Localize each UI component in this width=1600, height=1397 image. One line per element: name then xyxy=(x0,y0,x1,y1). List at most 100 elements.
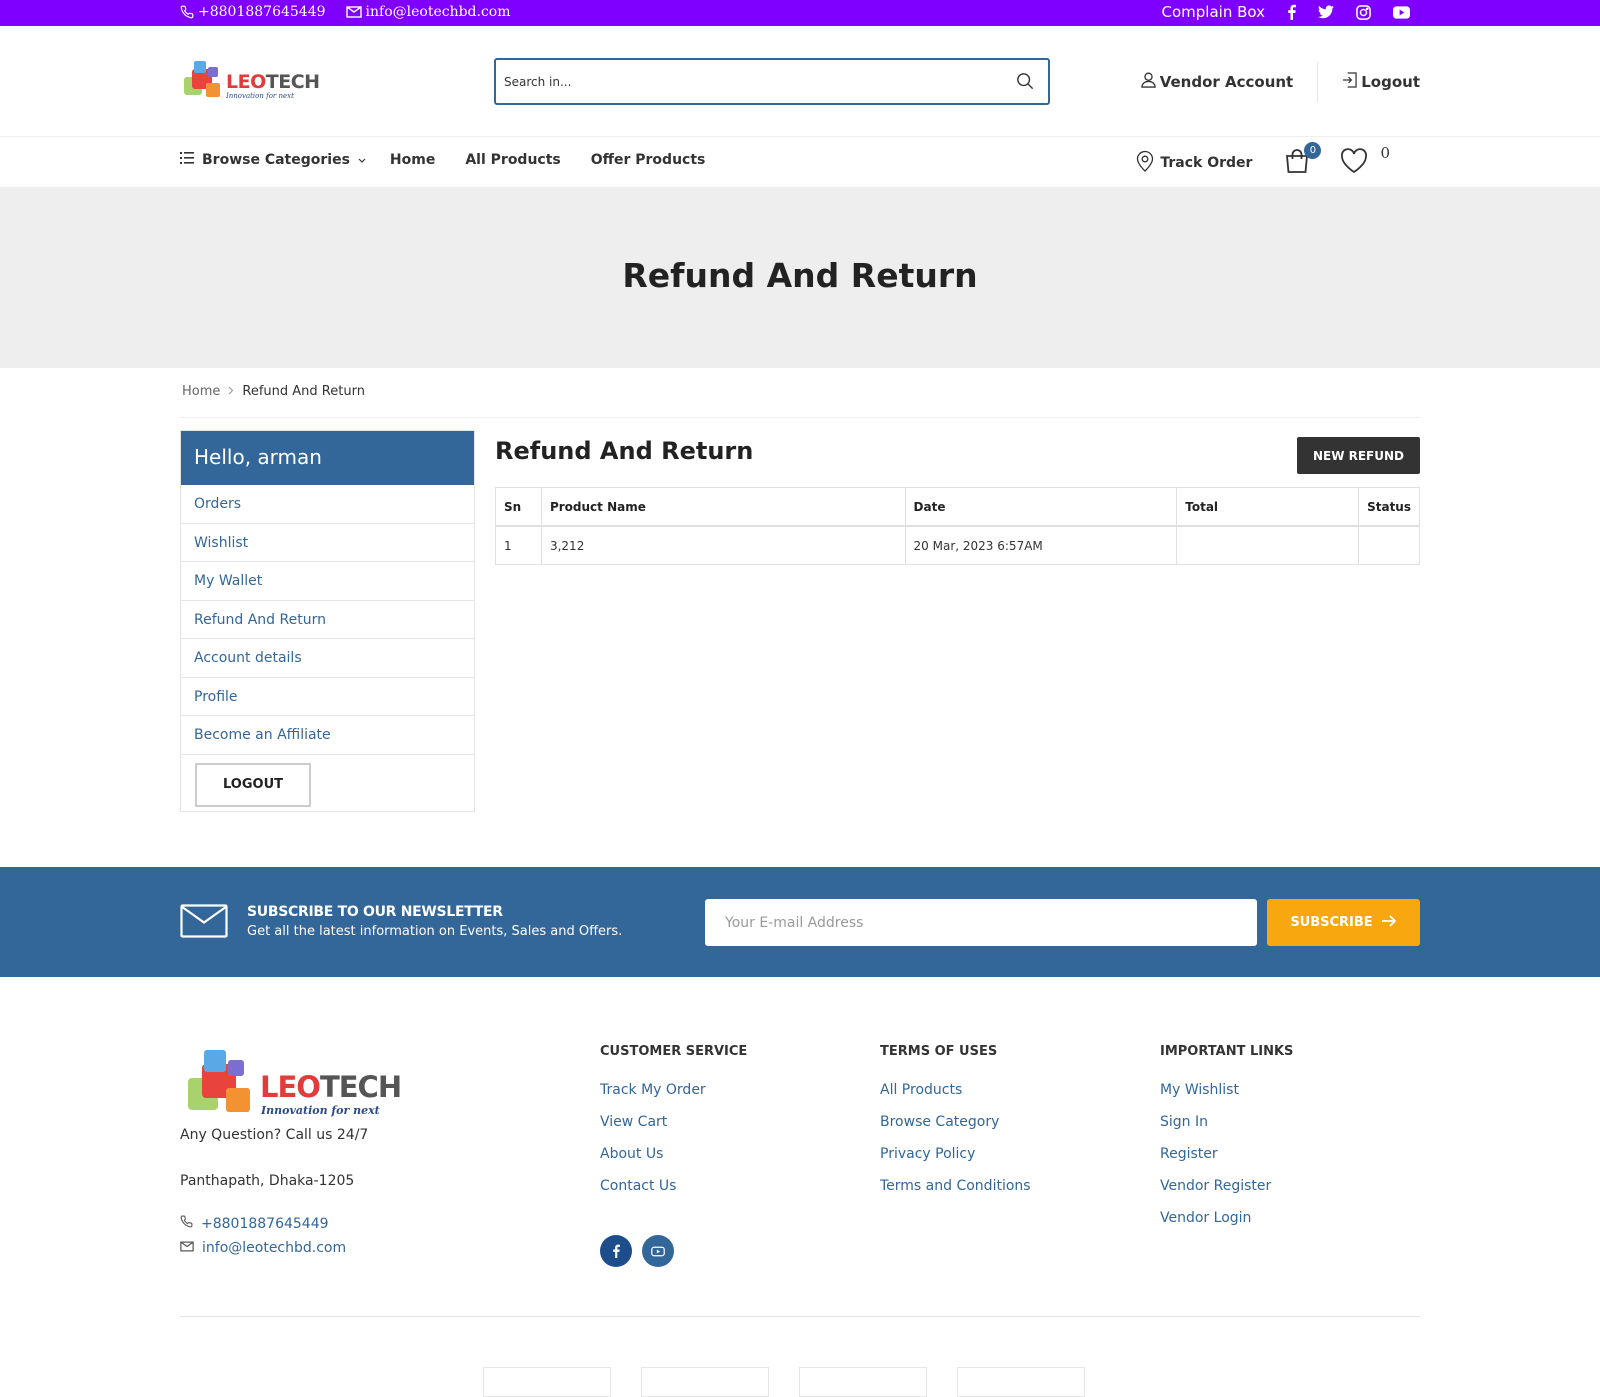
instagram-icon[interactable] xyxy=(1356,4,1371,20)
breadcrumb-divider xyxy=(180,417,1420,418)
sidebar-item-my-wallet[interactable]: My Wallet xyxy=(181,562,474,601)
cart-button[interactable]: 0 xyxy=(1284,142,1322,178)
logo-tagline: Innovation for next xyxy=(226,92,294,100)
youtube-icon[interactable] xyxy=(1393,5,1410,19)
track-order-link[interactable]: Track Order xyxy=(1136,150,1252,176)
map-pin-icon xyxy=(1136,150,1154,176)
arrow-right-icon xyxy=(1381,914,1397,931)
browse-categories-button[interactable]: Browse Categories xyxy=(180,152,366,168)
footer-divider xyxy=(180,1316,1420,1317)
phone-icon xyxy=(180,5,194,19)
footer-heading: TERMS OF USES xyxy=(880,1044,998,1059)
footer-heading: IMPORTANT LINKS xyxy=(1160,1044,1294,1059)
top-phone[interactable]: +8801887645449 xyxy=(180,4,326,20)
top-email[interactable]: info@leotechbd.com xyxy=(345,4,511,20)
cell-status xyxy=(1358,525,1420,565)
footer-link-about-us[interactable]: About Us xyxy=(600,1146,747,1178)
footer-phone-text: +8801887645449 xyxy=(201,1215,329,1232)
footer-link-browse-category[interactable]: Browse Category xyxy=(880,1114,1031,1146)
search-icon[interactable] xyxy=(1016,72,1034,94)
footer-social xyxy=(600,1235,674,1267)
top-contact: +8801887645449 info@leotechbd.com xyxy=(180,4,511,20)
footer-link-vendor-register[interactable]: Vendor Register xyxy=(1160,1178,1293,1210)
cell-total xyxy=(1176,525,1360,565)
browse-categories-label: Browse Categories xyxy=(202,152,350,168)
chevron-down-icon xyxy=(358,152,366,168)
footer-link-view-cart[interactable]: View Cart xyxy=(600,1114,747,1146)
subscribe-label: SUBSCRIBE xyxy=(1290,915,1373,930)
nav-all-products[interactable]: All Products xyxy=(465,152,560,168)
footer-link-terms-conditions[interactable]: Terms and Conditions xyxy=(880,1178,1031,1210)
nav-offer-products[interactable]: Offer Products xyxy=(591,152,706,168)
newsletter-title: SUBSCRIBE TO OUR NEWSLETTER xyxy=(247,904,503,920)
logout-link[interactable]: Logout xyxy=(1342,72,1420,92)
sidebar-logout-button[interactable]: LOGOUT xyxy=(195,762,311,807)
newsletter-email-input[interactable] xyxy=(705,899,1257,946)
refund-table: Sn Product Name Date Total Status 1 3,21… xyxy=(495,487,1420,565)
nav-home[interactable]: Home xyxy=(390,152,435,168)
facebook-icon[interactable] xyxy=(600,1235,632,1267)
wishlist-button[interactable]: 0 xyxy=(1340,144,1390,178)
wishlist-count: 0 xyxy=(1380,144,1390,162)
footer-logo[interactable]: LEOTECH Innovation for next xyxy=(186,1050,426,1117)
table-header-row: Sn Product Name Date Total Status xyxy=(495,487,1420,527)
footer-email-text: info@leotechbd.com xyxy=(202,1240,347,1256)
footer-logo-wordmark: LEOTECH xyxy=(260,1070,402,1104)
sidebar-item-account-details[interactable]: Account details xyxy=(181,639,474,678)
footer-link-privacy-policy[interactable]: Privacy Policy xyxy=(880,1146,1031,1178)
footer-logo-mark xyxy=(188,1050,250,1112)
footer-phone[interactable]: +8801887645449 xyxy=(180,1215,329,1232)
new-refund-button[interactable]: NEW REFUND xyxy=(1297,437,1420,474)
header-divider xyxy=(1317,62,1319,102)
breadcrumb-current: Refund And Return xyxy=(242,384,365,399)
youtube-icon[interactable] xyxy=(642,1235,674,1267)
site-logo[interactable]: LEOTECH Innovation for next xyxy=(182,61,322,103)
footer-link-register[interactable]: Register xyxy=(1160,1146,1293,1178)
account-sidebar: Hello, arman Orders Wishlist My Wallet R… xyxy=(180,430,475,812)
footer-terms: TERMS OF USES All Products Browse Catego… xyxy=(880,1044,1031,1210)
phone-icon xyxy=(180,1215,193,1232)
top-phone-text: +8801887645449 xyxy=(198,4,326,20)
vendor-account-link[interactable]: Vendor Account xyxy=(1140,72,1293,92)
column-header-sn: Sn xyxy=(495,487,542,527)
column-header-product-name: Product Name xyxy=(540,487,906,527)
payment-method-badge xyxy=(799,1367,927,1397)
footer-link-vendor-login[interactable]: Vendor Login xyxy=(1160,1210,1293,1242)
footer-customer-service: CUSTOMER SERVICE Track My Order View Car… xyxy=(600,1044,747,1210)
footer-heading: CUSTOMER SERVICE xyxy=(600,1044,748,1059)
twitter-icon[interactable] xyxy=(1318,5,1334,19)
logo-mark xyxy=(184,61,220,97)
breadcrumb-home[interactable]: Home xyxy=(182,384,220,399)
cart-count-badge: 0 xyxy=(1304,142,1322,159)
search-input[interactable] xyxy=(504,70,984,94)
complain-box-link[interactable]: Complain Box xyxy=(1162,3,1265,21)
footer-link-sign-in[interactable]: Sign In xyxy=(1160,1114,1293,1146)
footer-link-contact-us[interactable]: Contact Us xyxy=(600,1178,747,1210)
sidebar-item-profile[interactable]: Profile xyxy=(181,678,474,716)
heart-icon xyxy=(1340,148,1368,178)
sidebar-item-orders[interactable]: Orders xyxy=(181,485,474,524)
top-bar: +8801887645449 info@leotechbd.com Compla… xyxy=(0,0,1600,26)
mail-icon xyxy=(180,1240,194,1256)
payment-method-badge xyxy=(641,1367,769,1397)
logo-wordmark: LEOTECH xyxy=(226,71,320,93)
footer-link-all-products[interactable]: All Products xyxy=(880,1082,1031,1114)
breadcrumb: Home Refund And Return xyxy=(182,384,365,399)
footer-link-track-my-order[interactable]: Track My Order xyxy=(600,1082,747,1114)
main-nav: Browse Categories Home All Products Offe… xyxy=(0,138,1600,188)
footer-link-my-wishlist[interactable]: My Wishlist xyxy=(1160,1082,1293,1114)
header-account: Vendor Account Logout xyxy=(1140,62,1420,102)
subscribe-button[interactable]: SUBSCRIBE xyxy=(1267,899,1420,946)
shopping-bag-icon xyxy=(1284,149,1310,178)
list-icon xyxy=(180,152,194,168)
page-banner: Refund And Return xyxy=(0,188,1600,368)
table-row: 1 3,212 20 Mar, 2023 6:57AM xyxy=(495,525,1420,565)
sidebar-item-refund-and-return[interactable]: Refund And Return xyxy=(181,601,474,639)
top-social xyxy=(1287,4,1410,20)
footer-email[interactable]: info@leotechbd.com xyxy=(180,1240,346,1256)
footer-question: Any Question? Call us 24/7 xyxy=(180,1127,369,1143)
sidebar-item-wishlist[interactable]: Wishlist xyxy=(181,524,474,562)
sidebar-item-become-affiliate[interactable]: Become an Affiliate xyxy=(181,716,474,755)
page-title: Refund And Return xyxy=(622,256,978,295)
facebook-icon[interactable] xyxy=(1287,4,1296,20)
